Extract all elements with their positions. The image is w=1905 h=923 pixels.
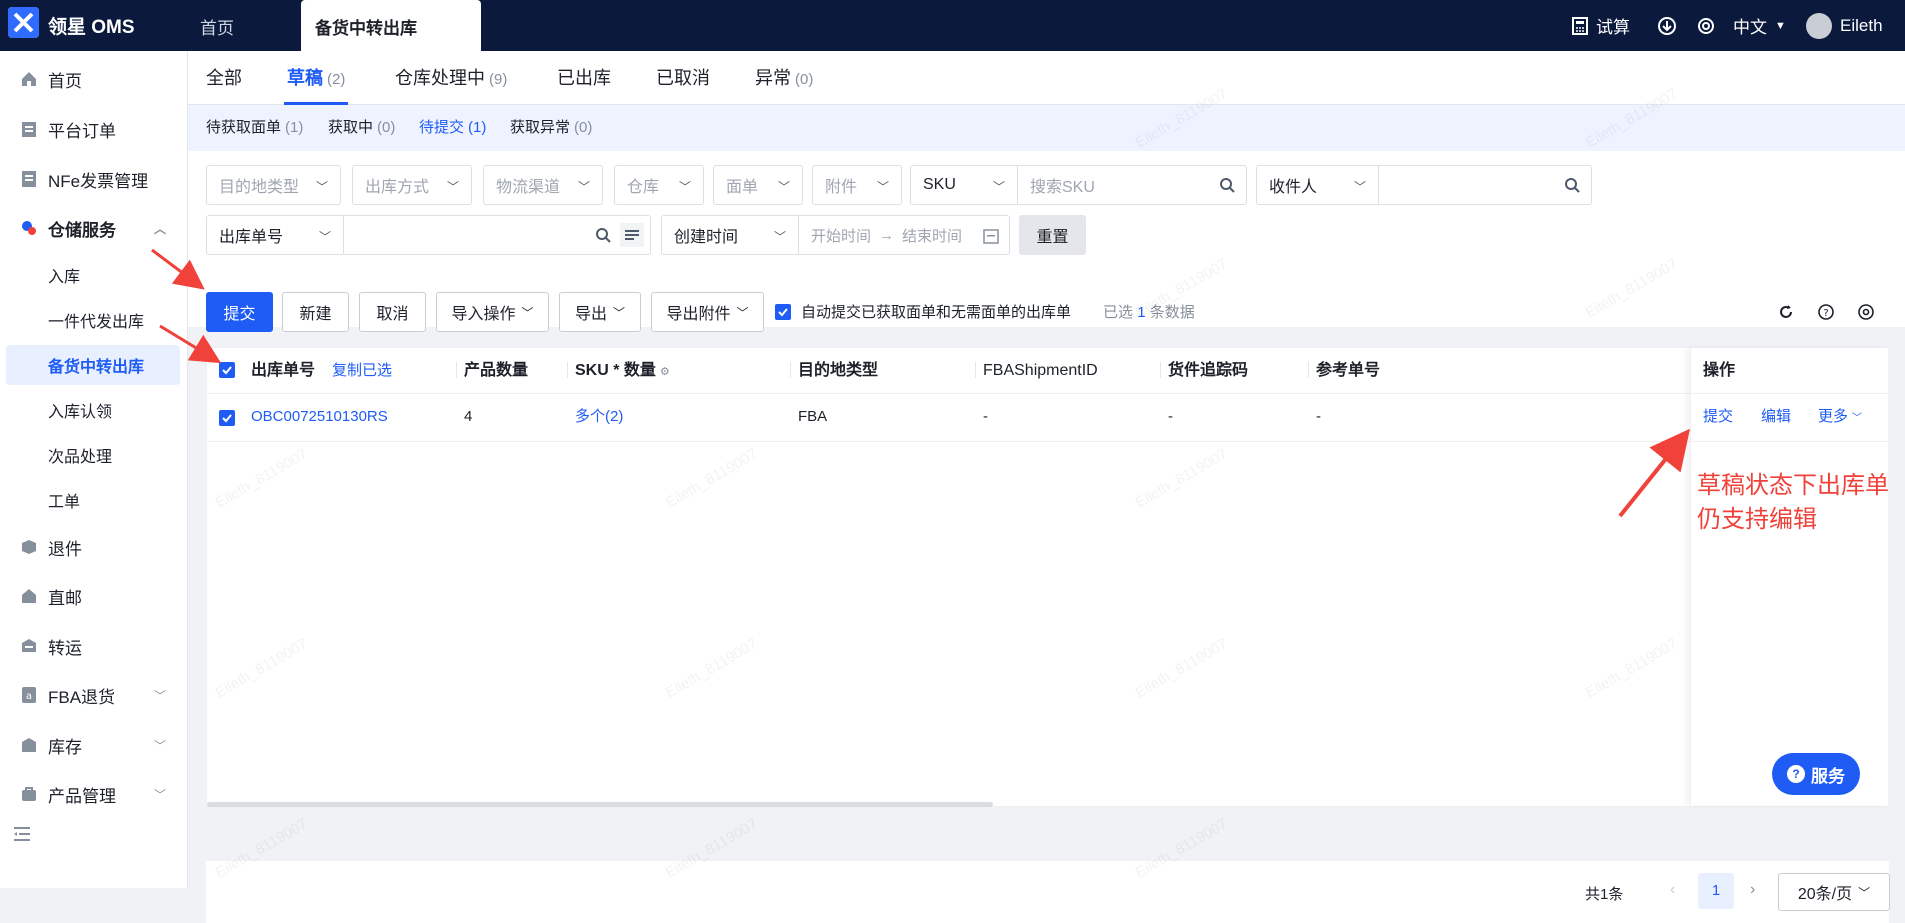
annotation-text: 草稿状态下出库单 仍支持编辑 bbox=[1697, 472, 1889, 533]
arrow-to-submit bbox=[151, 248, 205, 290]
annotation-arrows bbox=[151, 248, 1691, 518]
service-button[interactable]: ? 服务 bbox=[1772, 753, 1860, 795]
arrow-to-edit bbox=[1618, 428, 1691, 518]
arrow-to-checkbox bbox=[159, 324, 222, 364]
help-circle-icon: ? bbox=[1787, 765, 1805, 783]
